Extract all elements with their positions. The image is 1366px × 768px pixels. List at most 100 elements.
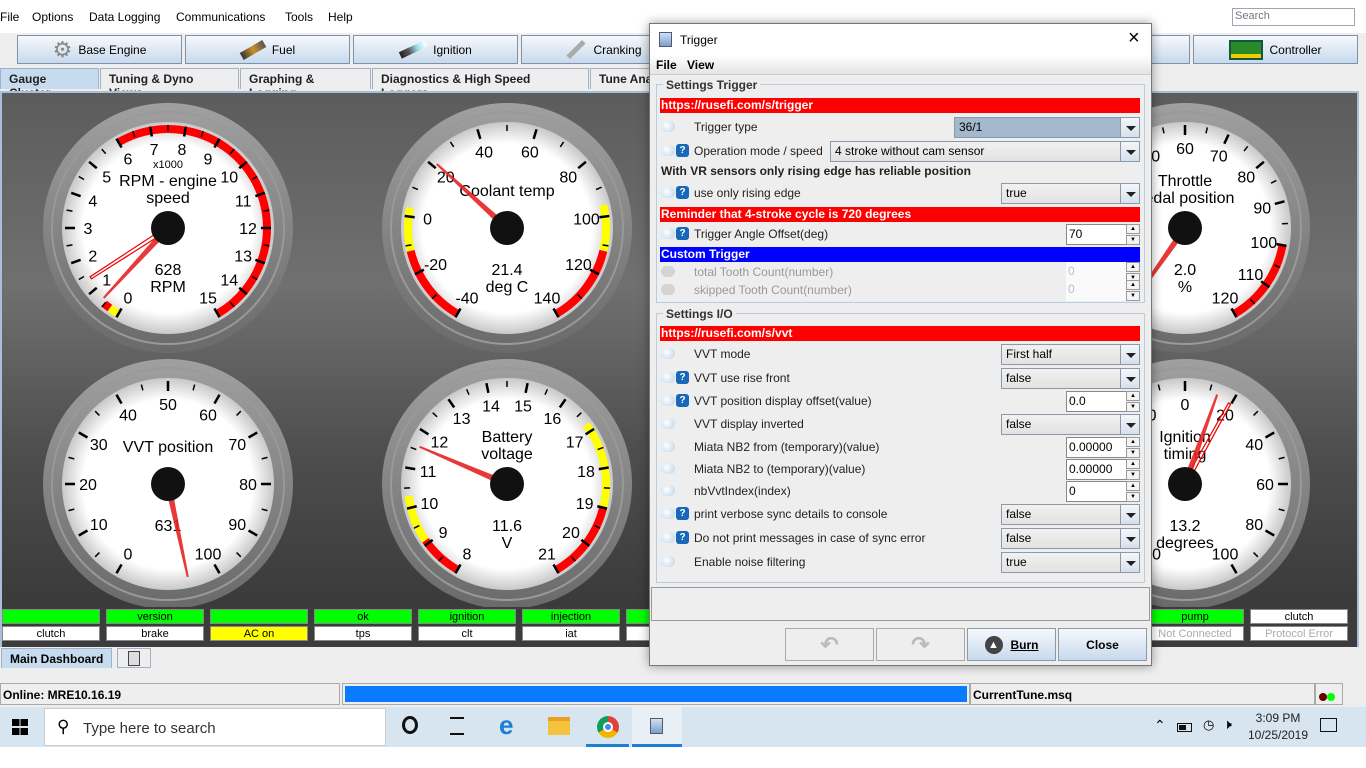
fuel-button[interactable]: Fuel bbox=[185, 35, 350, 64]
close-button[interactable]: Close bbox=[1058, 628, 1147, 661]
edit-comment-icon[interactable] bbox=[661, 556, 675, 567]
edit-comment-icon[interactable] bbox=[661, 145, 675, 156]
edit-comment-icon[interactable] bbox=[661, 532, 675, 543]
volume-icon[interactable]: 🕨 bbox=[1223, 716, 1232, 733]
action-center-icon[interactable] bbox=[1320, 718, 1337, 732]
task-view-icon[interactable] bbox=[450, 717, 464, 735]
edit-comment-icon[interactable] bbox=[661, 395, 675, 406]
tab-main-dashboard[interactable]: Main Dashboard bbox=[1, 648, 113, 668]
burn-button[interactable]: ▲ Burn bbox=[967, 628, 1056, 661]
ignition-button[interactable]: Ignition bbox=[353, 35, 518, 64]
wifi-icon[interactable]: ◷ bbox=[1203, 717, 1214, 733]
dialog-menu-file[interactable]: File bbox=[656, 58, 677, 72]
windows-start-icon[interactable] bbox=[12, 719, 28, 735]
spinner-down-icon[interactable]: ▼ bbox=[1126, 402, 1140, 412]
setting-dropdown[interactable]: false bbox=[1001, 368, 1140, 389]
tab-gauge-cluster[interactable]: Gauge Cluster bbox=[0, 68, 99, 100]
controller-button[interactable]: Controller bbox=[1193, 35, 1358, 64]
spinner-up-icon[interactable]: ▲ bbox=[1126, 437, 1140, 447]
add-dashboard-tab[interactable] bbox=[117, 648, 151, 668]
edit-comment-icon[interactable] bbox=[661, 485, 675, 496]
file-explorer-icon[interactable] bbox=[548, 717, 570, 735]
help-icon[interactable]: ? bbox=[676, 531, 689, 544]
help-icon[interactable]: ? bbox=[676, 507, 689, 520]
tab-tuning-dyno[interactable]: Tuning & Dyno Views bbox=[100, 68, 239, 100]
menu-data-logging[interactable]: Data Logging bbox=[89, 10, 160, 24]
chevron-down-icon[interactable] bbox=[1120, 345, 1139, 364]
help-icon[interactable]: ? bbox=[676, 227, 689, 240]
battery-icon[interactable] bbox=[1177, 723, 1192, 732]
edge-icon[interactable]: e bbox=[499, 710, 513, 741]
edit-comment-icon[interactable] bbox=[661, 121, 675, 132]
setting-spinner[interactable]: 0.0 ▲ ▼ bbox=[1066, 391, 1140, 412]
dialog-title-bar: Trigger × bbox=[650, 24, 1151, 55]
setting-spinner[interactable]: 0 ▲ ▼ bbox=[1066, 481, 1140, 502]
help-icon[interactable]: ? bbox=[676, 371, 689, 384]
spinner-value[interactable]: 0.00000 bbox=[1066, 459, 1126, 480]
menu-help[interactable]: Help bbox=[328, 10, 353, 24]
clock-date[interactable]: 10/25/2019 bbox=[1246, 728, 1310, 742]
menu-communications[interactable]: Communications bbox=[176, 10, 265, 24]
clock-time[interactable]: 3:09 PM bbox=[1248, 711, 1308, 725]
chevron-down-icon[interactable] bbox=[1120, 142, 1139, 161]
spinner-down-icon[interactable]: ▼ bbox=[1126, 470, 1140, 480]
spinner-value[interactable]: 0.0 bbox=[1066, 391, 1126, 412]
chevron-down-icon[interactable] bbox=[1120, 415, 1139, 434]
spinner-value[interactable]: 0 bbox=[1066, 481, 1126, 502]
chevron-down-icon[interactable] bbox=[1120, 505, 1139, 524]
taskbar-search[interactable]: ⚲ Type here to search bbox=[44, 708, 386, 746]
edit-comment-icon[interactable] bbox=[661, 463, 675, 474]
edit-comment-icon[interactable] bbox=[661, 372, 675, 383]
edit-comment-icon[interactable] bbox=[661, 418, 675, 429]
dialog-menu-view[interactable]: View bbox=[687, 58, 714, 72]
cortana-icon[interactable] bbox=[402, 716, 418, 734]
help-icon[interactable]: ? bbox=[676, 144, 689, 157]
spinner-up-icon[interactable]: ▲ bbox=[1126, 481, 1140, 491]
edit-comment-icon[interactable] bbox=[661, 508, 675, 519]
menu-tools[interactable]: Tools bbox=[285, 10, 313, 24]
edit-comment-icon[interactable] bbox=[661, 441, 675, 452]
spinner-value[interactable]: 0.00000 bbox=[1066, 437, 1126, 458]
setting-spinner[interactable]: 70 ▲ ▼ bbox=[1066, 224, 1140, 245]
spinner-value[interactable]: 70 bbox=[1066, 224, 1126, 245]
edit-comment-icon[interactable] bbox=[661, 348, 675, 359]
edit-comment-icon[interactable] bbox=[661, 228, 675, 239]
setting-dropdown[interactable]: false bbox=[1001, 504, 1140, 525]
tab-graphing-logging[interactable]: Graphing & Logging bbox=[240, 68, 371, 100]
setting-spinner[interactable]: 0.00000 ▲ ▼ bbox=[1066, 459, 1140, 480]
menu-options[interactable]: Options bbox=[32, 10, 73, 24]
gauge-tick-label: 30 bbox=[90, 437, 108, 454]
base-engine-button[interactable]: ⚙ Base Engine bbox=[17, 35, 182, 64]
help-icon[interactable]: ? bbox=[676, 394, 689, 407]
spinner-up-icon[interactable]: ▲ bbox=[1126, 391, 1140, 401]
spinner-down-icon[interactable]: ▼ bbox=[1126, 492, 1140, 502]
chrome-icon[interactable] bbox=[597, 716, 619, 738]
setting-dropdown[interactable]: true bbox=[1001, 183, 1140, 204]
chevron-down-icon[interactable] bbox=[1120, 553, 1139, 572]
setting-dropdown[interactable]: First half bbox=[1001, 344, 1140, 365]
close-icon[interactable]: × bbox=[1128, 27, 1140, 50]
show-hidden-icons[interactable]: ⌃ bbox=[1154, 717, 1166, 734]
setting-dropdown[interactable]: true bbox=[1001, 552, 1140, 573]
help-icon[interactable]: ? bbox=[676, 186, 689, 199]
spinner-down-icon[interactable]: ▼ bbox=[1126, 448, 1140, 458]
setting-dropdown[interactable]: false bbox=[1001, 414, 1140, 435]
setting-dropdown[interactable]: false bbox=[1001, 528, 1140, 549]
chevron-down-icon[interactable] bbox=[1120, 369, 1139, 388]
chevron-down-icon[interactable] bbox=[1120, 184, 1139, 203]
spinner-up-icon[interactable]: ▲ bbox=[1126, 459, 1140, 469]
redo-button[interactable]: ↷ bbox=[876, 628, 965, 661]
edit-comment-icon[interactable] bbox=[661, 187, 675, 198]
menu-file[interactable]: File bbox=[0, 10, 19, 24]
spinner-down-icon[interactable]: ▼ bbox=[1126, 235, 1140, 245]
search-input[interactable]: Search bbox=[1232, 8, 1355, 26]
chevron-down-icon[interactable] bbox=[1120, 529, 1139, 548]
tab-diagnostics[interactable]: Diagnostics & High Speed Loggers bbox=[372, 68, 589, 100]
setting-dropdown[interactable]: 36/1 bbox=[954, 117, 1140, 138]
tunerstudio-taskbar-item[interactable] bbox=[632, 707, 682, 747]
setting-dropdown[interactable]: 4 stroke without cam sensor bbox=[830, 141, 1140, 162]
chevron-down-icon[interactable] bbox=[1120, 118, 1139, 137]
undo-button[interactable]: ↶ bbox=[785, 628, 874, 661]
spinner-up-icon[interactable]: ▲ bbox=[1126, 224, 1140, 234]
setting-spinner[interactable]: 0.00000 ▲ ▼ bbox=[1066, 437, 1140, 458]
